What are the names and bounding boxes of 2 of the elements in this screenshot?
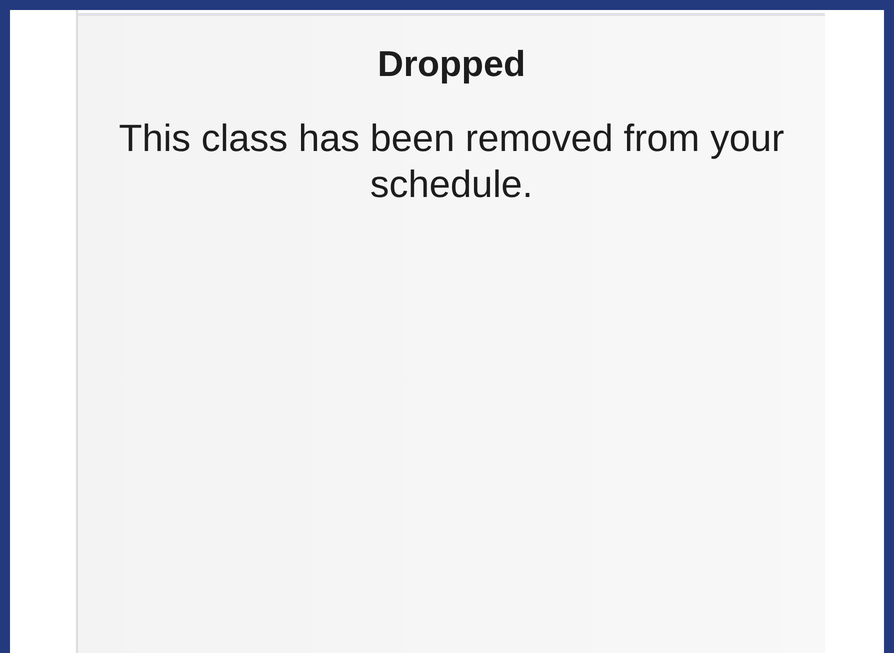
status-title: Dropped xyxy=(376,42,526,86)
status-message: This class has been removed from your schedule. xyxy=(118,117,786,208)
